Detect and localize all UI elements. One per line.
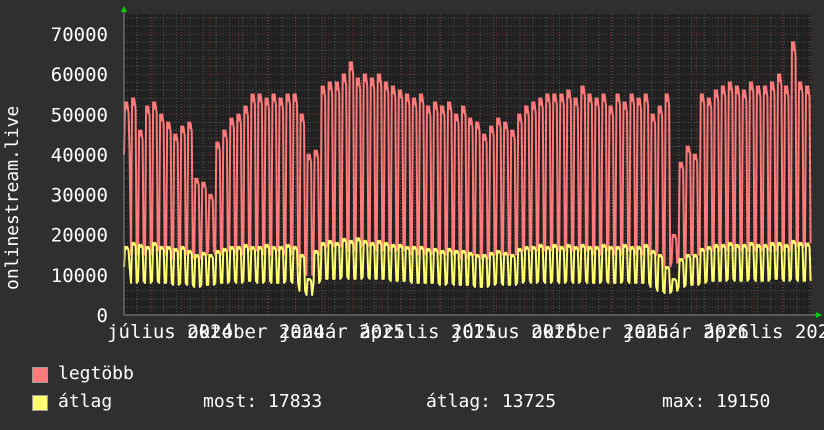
- stat-most: most: 17833: [203, 391, 323, 412]
- y-tick-label: 60000: [51, 64, 108, 86]
- stat-max: max: 19150: [662, 391, 771, 412]
- legend-label-atlag: átlag: [58, 391, 113, 412]
- legend-label-legtobb: legtöbb: [58, 363, 134, 384]
- y-tick-label: 20000: [51, 225, 108, 247]
- y-tick-label: 50000: [51, 104, 108, 126]
- y-tick-label: 70000: [51, 24, 108, 46]
- legend-swatch-legtobb: [32, 367, 48, 383]
- chart: 010000200003000040000500006000070000júli…: [51, 6, 824, 343]
- y-tick-label: 10000: [51, 265, 108, 287]
- y-tick-label: 30000: [51, 185, 108, 207]
- x-tick-label: április 2026: [703, 321, 824, 343]
- legend-swatch-atlag: [32, 395, 48, 411]
- stat-atlag: átlag: 13725: [426, 391, 557, 412]
- y-axis-label: onlinestream.live: [2, 105, 23, 290]
- x-axis-arrow-icon: [816, 312, 822, 318]
- y-tick-label: 40000: [51, 144, 108, 166]
- y-axis-arrow-icon: [121, 6, 127, 12]
